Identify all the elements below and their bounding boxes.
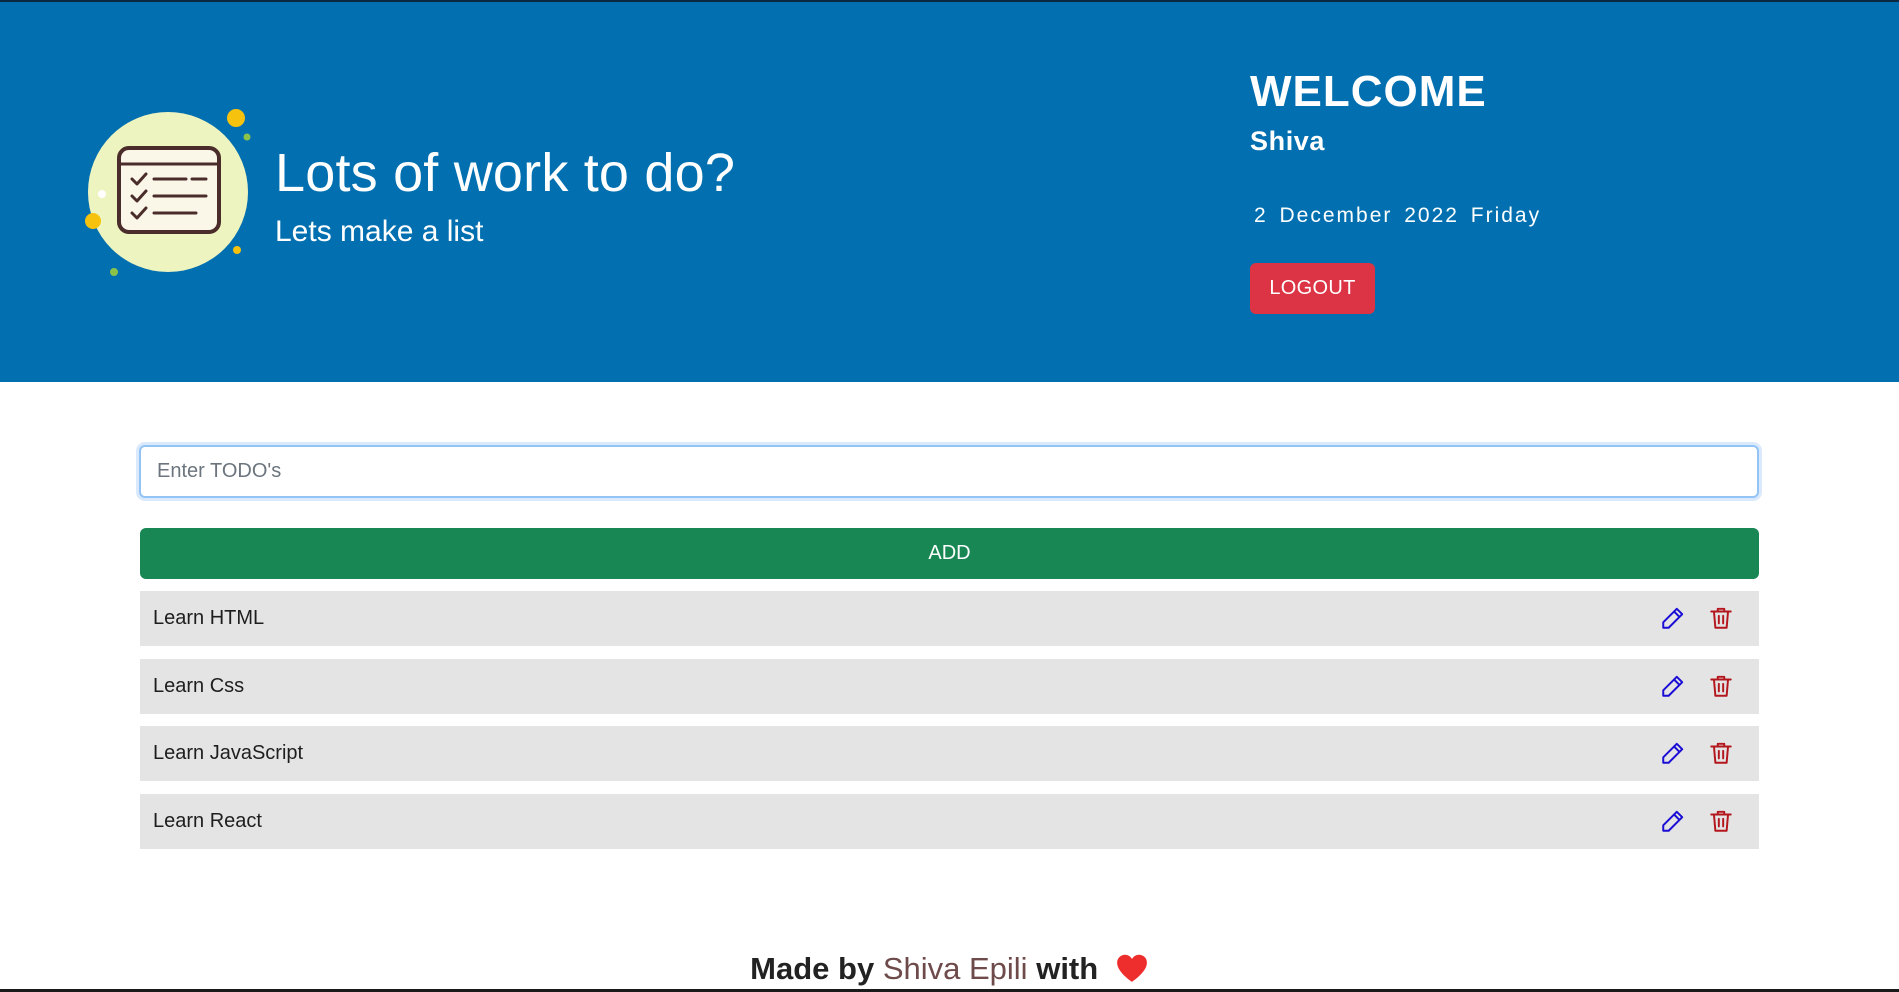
- delete-button[interactable]: [1708, 740, 1734, 766]
- pencil-icon: [1662, 675, 1684, 697]
- user-name: Shiva: [1250, 126, 1326, 156]
- trash-icon: [1710, 810, 1732, 832]
- welcome-heading: WELCOME: [1250, 67, 1487, 116]
- todo-text: Learn HTML: [153, 607, 265, 629]
- todo-text: Learn Css: [153, 674, 245, 697]
- todo-item: Learn Css: [140, 658, 1759, 714]
- pencil-icon: [1662, 810, 1684, 832]
- delete-button[interactable]: [1708, 808, 1734, 834]
- trash-icon: [1710, 607, 1732, 629]
- add-button[interactable]: ADD: [140, 528, 1759, 579]
- todo-item: Learn HTML: [140, 591, 1759, 646]
- footer-with: with: [1036, 951, 1099, 986]
- delete-button[interactable]: [1708, 605, 1734, 631]
- todo-text: Learn React: [153, 809, 262, 832]
- edit-button[interactable]: [1660, 808, 1686, 834]
- todo-list: Learn HTML Learn Css Learn JavaScript Le…: [140, 591, 1759, 861]
- trash-icon: [1710, 742, 1732, 764]
- page-subtitle: Lets make a list: [275, 215, 484, 248]
- trash-icon: [1710, 675, 1732, 697]
- pencil-icon: [1662, 742, 1684, 764]
- todo-item: Learn JavaScript: [140, 726, 1759, 781]
- footer-made-by: Made by: [750, 951, 875, 986]
- top-border: [0, 0, 1899, 2]
- delete-button[interactable]: [1708, 673, 1734, 699]
- edit-button[interactable]: [1660, 740, 1686, 766]
- edit-button[interactable]: [1660, 673, 1686, 699]
- heart-icon: [1115, 953, 1149, 983]
- header-banner: Lots of work to do? Lets make a list WEL…: [0, 0, 1899, 382]
- checklist-icon: [84, 104, 256, 280]
- todo-item: Learn React: [140, 793, 1759, 849]
- todo-input[interactable]: [139, 445, 1759, 498]
- footer-author: Shiva Epili: [882, 951, 1028, 986]
- todo-text: Learn JavaScript: [153, 742, 304, 764]
- current-date: 2 December 2022 Friday: [1254, 204, 1542, 227]
- edit-button[interactable]: [1660, 605, 1686, 631]
- pencil-icon: [1662, 607, 1684, 629]
- footer: Made by Shiva Epili with: [0, 947, 1899, 992]
- page-title: Lots of work to do?: [275, 143, 736, 203]
- logout-button[interactable]: LOGOUT: [1250, 263, 1375, 314]
